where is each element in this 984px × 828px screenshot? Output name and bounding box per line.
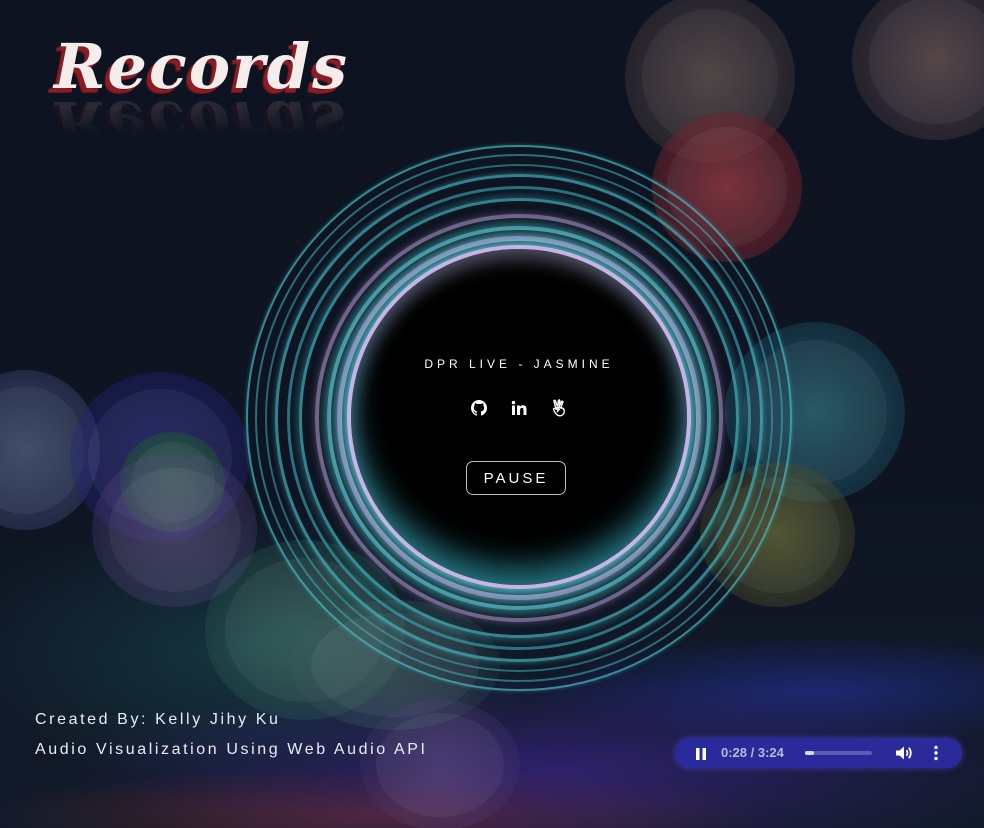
bokeh-circle [120,432,225,532]
record-disc: DPR LIVE - JASMINE PAUSE [351,249,687,585]
song-title: DPR LIVE - JASMINE [424,357,614,371]
seek-slider[interactable] [805,751,872,755]
bokeh-circle [360,700,520,828]
seek-progress [805,751,815,755]
more-vertical-icon[interactable] [932,745,940,761]
linkedin-icon[interactable] [510,399,528,417]
pause-icon[interactable] [693,746,709,760]
social-links [351,399,687,417]
author-credit: Created By: Kelly Jihy Ku [35,711,281,728]
pause-button[interactable]: PAUSE [466,461,566,495]
bokeh-circle [70,372,250,542]
audio-player: 0:28 / 3:24 [675,738,962,768]
angellist-icon[interactable] [550,399,568,417]
bokeh-circle [0,370,100,530]
project-subtitle: Audio Visualization Using Web Audio API [35,741,428,758]
bokeh-circle [852,0,984,140]
bokeh-circle [92,452,257,607]
volume-icon[interactable] [895,745,913,761]
github-icon[interactable] [470,399,488,417]
time-display: 0:28 / 3:24 [721,745,784,760]
page-background: Records Records DPR LIVE - JASMINE PAUSE… [0,0,984,828]
logo-text: Records [54,30,349,103]
